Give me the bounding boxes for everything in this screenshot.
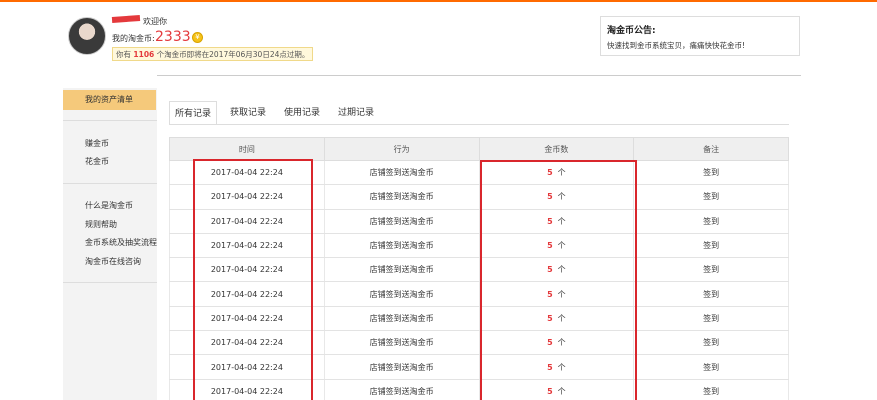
highlight-box-amount (480, 160, 637, 400)
header-divider (157, 75, 801, 76)
cell-note: 签到 (633, 160, 789, 186)
sidebar-item-rules-help[interactable]: 规则帮助 (85, 219, 117, 230)
cell-action: 店铺签到送淘金币 (323, 209, 480, 234)
announcement-title: 淘金币公告: (607, 26, 656, 36)
coin-icon: ¥ (192, 32, 203, 43)
expire-prefix: 你有 (116, 50, 131, 59)
cell-action: 店铺签到送淘金币 (323, 233, 480, 259)
coin-balance-value: 2333 (155, 29, 191, 45)
cell-note: 签到 (633, 330, 789, 356)
avatar[interactable] (68, 17, 106, 55)
expire-amount: 1106 (133, 50, 155, 59)
table-header-row: 时间 行为 金币数 备注 (169, 137, 789, 161)
cell-action: 店铺签到送淘金币 (323, 257, 480, 283)
cell-note: 签到 (633, 281, 789, 307)
redacted-username (111, 15, 141, 23)
announcement-text[interactable]: 快速找到金币系统宝贝，痛痛快快花金币! (607, 40, 793, 51)
column-header-amount: 金币数 (478, 137, 635, 161)
cell-note: 签到 (633, 306, 789, 332)
announcement-box: 淘金币公告: 快速找到金币系统宝贝，痛痛快快花金币! (600, 16, 800, 56)
welcome-text: 欢迎你 (143, 17, 167, 26)
cell-note: 签到 (633, 209, 789, 234)
tab-used-records[interactable]: 使用记录 (277, 101, 327, 125)
column-header-time: 时间 (169, 137, 325, 161)
cell-action: 店铺签到送淘金币 (323, 306, 480, 332)
cell-action: 店铺签到送淘金币 (323, 160, 480, 186)
sidebar-item-online-help[interactable]: 淘金币在线咨询 (85, 256, 141, 267)
sidebar: 我的资产清单 赚金币 花金币 什么是淘金币 规则帮助 金币系统及抽奖流程 淘金币… (63, 88, 157, 400)
sidebar-item-what-is[interactable]: 什么是淘金币 (85, 200, 133, 211)
highlight-box-time (193, 159, 313, 400)
cell-action: 店铺签到送淘金币 (323, 379, 480, 400)
sidebar-item-assets[interactable]: 我的资产清单 (63, 90, 156, 110)
cell-note: 签到 (633, 379, 789, 400)
cell-note: 签到 (633, 257, 789, 283)
sidebar-item-spend-coins[interactable]: 花金币 (85, 156, 109, 167)
column-header-action: 行为 (323, 137, 480, 161)
cell-note: 签到 (633, 354, 789, 380)
cell-action: 店铺签到送淘金币 (323, 354, 480, 380)
tab-all-records[interactable]: 所有记录 (169, 101, 217, 125)
coin-balance-label: 我的淘金币: (112, 34, 155, 43)
cell-action: 店铺签到送淘金币 (323, 184, 480, 210)
expire-notice: 你有 1106 个淘金币即将在2017年06月30日24点过期。 (112, 47, 314, 61)
cell-note: 签到 (633, 184, 789, 210)
sidebar-item-earn-coins[interactable]: 赚金币 (85, 138, 109, 149)
tabs-underline (169, 124, 789, 125)
sidebar-divider (63, 282, 157, 283)
expire-suffix: 个淘金币即将在2017年06月30日24点过期。 (156, 50, 310, 59)
tab-expired-records[interactable]: 过期记录 (331, 101, 381, 125)
sidebar-divider (63, 183, 157, 184)
cell-action: 店铺签到送淘金币 (323, 330, 480, 356)
cell-note: 签到 (633, 233, 789, 259)
cell-action: 店铺签到送淘金币 (323, 281, 480, 307)
top-accent-bar (0, 0, 877, 2)
sidebar-divider (63, 120, 157, 121)
sidebar-item-lottery[interactable]: 金币系统及抽奖流程 (85, 237, 157, 248)
tab-earned-records[interactable]: 获取记录 (223, 101, 273, 125)
column-header-note: 备注 (633, 137, 789, 161)
